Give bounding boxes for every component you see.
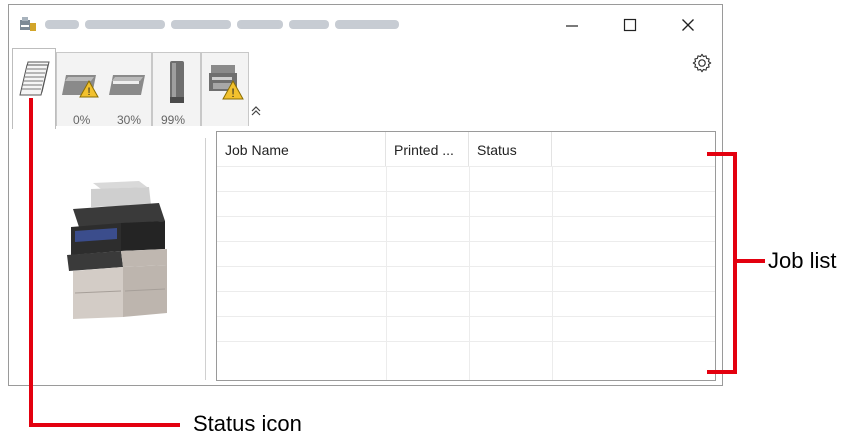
paper-tray-warning-icon: ! xyxy=(62,75,99,98)
table-row[interactable] xyxy=(217,316,715,341)
job-list[interactable]: Job Name Printed ... Status xyxy=(216,131,716,381)
paper-tray-icon xyxy=(109,75,145,95)
job-list-bracket xyxy=(733,152,737,374)
printer-warning-icon: ! xyxy=(209,65,244,100)
toner-cartridge-icon xyxy=(170,61,184,103)
job-list-bracket-bottom xyxy=(707,370,737,374)
toner-level: 99% xyxy=(161,113,186,127)
table-row[interactable] xyxy=(217,341,715,366)
status-monitor-window: ! 0% 30% 99% ! Job Name Printed ... Stat… xyxy=(8,4,723,386)
job-list-pointer xyxy=(737,259,765,263)
maximize-button[interactable] xyxy=(610,11,650,39)
tab-device[interactable]: ! xyxy=(201,52,249,126)
chevron-up-icon[interactable] xyxy=(250,106,262,116)
printer-app-icon xyxy=(20,17,36,31)
close-icon xyxy=(682,19,694,31)
tab-paper[interactable]: ! 0% 30% xyxy=(56,52,152,127)
column-header-job-name[interactable]: Job Name xyxy=(217,132,386,166)
maximize-icon xyxy=(623,18,637,32)
tab-toner[interactable]: 99% xyxy=(152,52,201,127)
printer-image xyxy=(67,181,167,319)
gear-icon[interactable] xyxy=(691,52,713,74)
paper-level-1: 0% xyxy=(73,113,91,127)
status-icon-pointer-vertical xyxy=(29,98,33,427)
window-title-blurred xyxy=(45,20,399,29)
status-icon-callout: Status icon xyxy=(193,411,302,436)
status-tabs: ! 0% 30% 99% ! xyxy=(9,45,722,129)
job-list-bracket-top xyxy=(707,152,737,156)
column-header-printed[interactable]: Printed ... xyxy=(386,132,469,166)
stacked-pages-icon xyxy=(19,61,50,96)
table-row[interactable] xyxy=(217,191,715,216)
minimize-icon xyxy=(566,25,578,27)
minimize-button[interactable] xyxy=(552,11,592,39)
table-row[interactable] xyxy=(217,166,715,191)
pane-divider xyxy=(205,138,206,380)
job-list-header: Job Name Printed ... Status xyxy=(217,132,715,166)
status-icon-pointer-horizontal xyxy=(29,423,180,427)
tab-job-queue[interactable] xyxy=(12,48,56,129)
job-rows xyxy=(217,166,715,366)
close-button[interactable] xyxy=(668,11,708,39)
table-row[interactable] xyxy=(217,291,715,316)
column-header-extra xyxy=(552,132,715,166)
column-header-status[interactable]: Status xyxy=(469,132,552,166)
table-row[interactable] xyxy=(217,216,715,241)
paper-level-2: 30% xyxy=(117,113,142,127)
title-bar xyxy=(9,5,722,45)
table-row[interactable] xyxy=(217,241,715,266)
job-list-callout: Job list xyxy=(768,248,837,273)
svg-text:!: ! xyxy=(231,86,234,100)
svg-text:!: ! xyxy=(87,86,90,98)
table-row[interactable] xyxy=(217,266,715,291)
